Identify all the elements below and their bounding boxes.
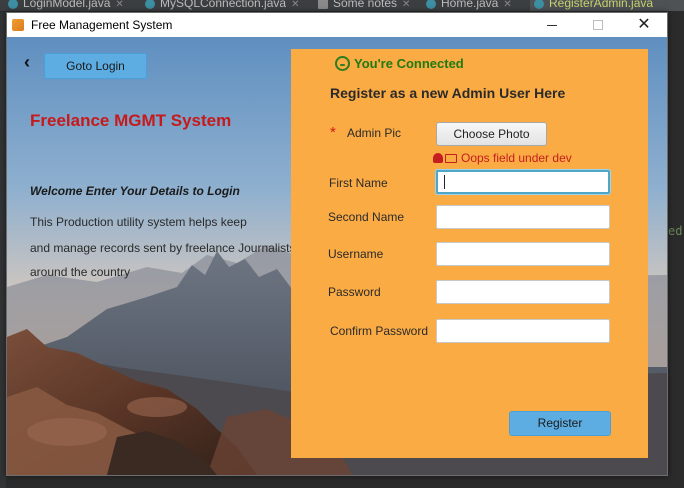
- close-button[interactable]: ✕: [621, 13, 667, 37]
- description-line-1: This Production utility system helps kee…: [30, 215, 247, 229]
- first-name-label: First Name: [329, 176, 388, 190]
- window-title: Free Management System: [31, 18, 173, 32]
- required-marker: *: [330, 124, 336, 141]
- monitor-icon: [445, 153, 457, 163]
- ide-tab-loginmodel[interactable]: LoginModel.java ✕: [8, 0, 124, 11]
- register-heading: Register as a new Admin User Here: [330, 85, 566, 101]
- ide-tab-label: LoginModel.java: [23, 0, 111, 10]
- ide-tab-label: RegisterAdmin.java: [549, 0, 654, 10]
- connection-status: You're Connected: [335, 56, 464, 71]
- minimize-button[interactable]: [529, 13, 575, 37]
- app-icon: [12, 19, 24, 31]
- window-titlebar[interactable]: Free Management System ✕: [7, 13, 667, 37]
- username-label: Username: [328, 247, 384, 261]
- java-file-icon: [426, 0, 436, 9]
- tab-close-icon[interactable]: ✕: [402, 0, 410, 10]
- ide-tab-bar: LoginModel.java ✕ MySQLConnection.java ✕ S…: [0, 0, 684, 12]
- password-input[interactable]: [436, 280, 610, 304]
- java-file-icon: [8, 0, 18, 9]
- under-dev-warning: Oops field under dev: [433, 151, 572, 165]
- register-panel: You're Connected Register as a new Admin…: [291, 49, 648, 458]
- maximize-icon: [593, 20, 603, 30]
- choose-photo-button[interactable]: Choose Photo: [436, 122, 547, 146]
- ide-tab-some-notes[interactable]: Some notes ✕: [318, 0, 410, 11]
- confirm-password-label: Confirm Password: [330, 324, 429, 338]
- tab-close-icon[interactable]: ✕: [503, 0, 511, 10]
- ide-tab-label: Home.java: [441, 0, 499, 10]
- ide-tab-registeradmin[interactable]: RegisterAdmin.java: [530, 0, 684, 11]
- description-line-3: around the country: [30, 265, 131, 279]
- register-button[interactable]: Register: [509, 411, 611, 436]
- connection-status-text: You're Connected: [354, 56, 464, 71]
- second-name-label: Second Name: [328, 210, 405, 224]
- tab-close-icon[interactable]: ✕: [115, 0, 123, 10]
- username-input[interactable]: [436, 242, 610, 266]
- password-label: Password: [328, 285, 381, 299]
- second-name-input[interactable]: [436, 205, 610, 229]
- ide-tab-label: MySQLConnection.java: [160, 0, 287, 10]
- ide-tab-mysqlconnection[interactable]: MySQLConnection.java ✕: [145, 0, 299, 11]
- connected-icon: [335, 56, 350, 71]
- goto-login-button[interactable]: Goto Login: [44, 53, 147, 79]
- ide-tab-home[interactable]: Home.java ✕: [426, 0, 512, 11]
- maximize-button[interactable]: [575, 13, 621, 37]
- close-icon: ✕: [637, 16, 651, 33]
- brand-title: Freelance MGMT System: [30, 111, 232, 130]
- tab-close-icon[interactable]: ✕: [291, 0, 299, 10]
- description-line-2: and manage records sent by freelance Jou…: [30, 241, 296, 255]
- first-name-input[interactable]: [436, 170, 610, 194]
- java-file-icon: [534, 0, 544, 9]
- app-window: Free Management System ✕ ‹ Goto Login Fr…: [6, 12, 668, 476]
- window-content: ‹ Goto Login Freelance MGMT System Welco…: [7, 37, 667, 475]
- text-file-icon: [318, 0, 328, 9]
- java-file-icon: [145, 0, 155, 9]
- admin-pic-label: Admin Pic: [347, 126, 402, 140]
- text-caret: [444, 175, 445, 189]
- welcome-text: Welcome Enter Your Details to Login: [30, 184, 240, 198]
- under-dev-text: Oops field under dev: [461, 151, 572, 165]
- ide-tab-label: Some notes: [333, 0, 398, 10]
- back-arrow-icon[interactable]: ‹: [24, 53, 38, 71]
- user-icon: [433, 153, 443, 163]
- ide-code-text: ed": [668, 224, 684, 238]
- minimize-icon: [547, 24, 557, 26]
- confirm-password-input[interactable]: [436, 319, 610, 343]
